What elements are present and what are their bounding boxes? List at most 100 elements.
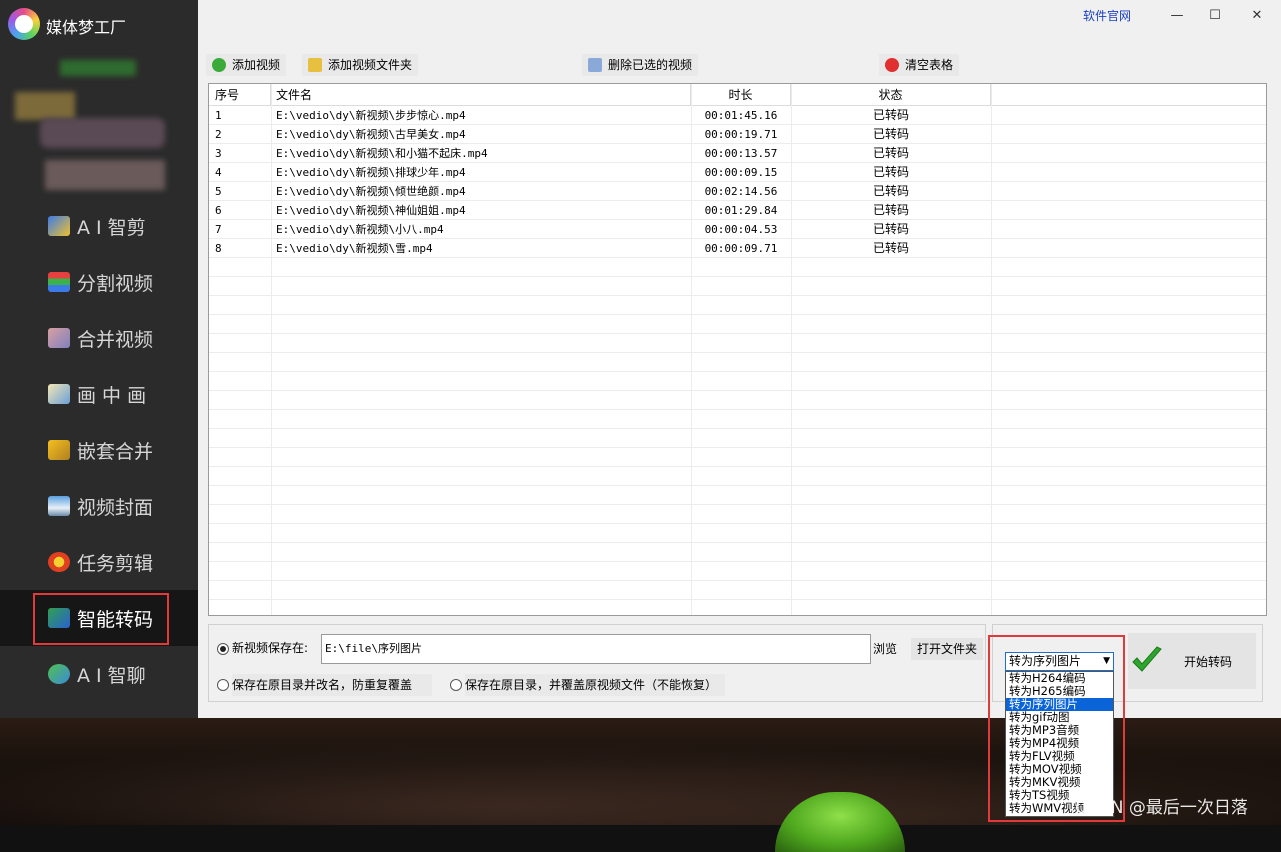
- table-row[interactable]: [209, 258, 1266, 277]
- cell-duration: 00:00:19.71: [704, 128, 778, 141]
- table-row[interactable]: [209, 581, 1266, 600]
- add-video-button[interactable]: 添加视频: [206, 54, 287, 76]
- add-folder-button[interactable]: 添加视频文件夹: [302, 54, 419, 76]
- column-header-filename[interactable]: 文件名: [271, 84, 691, 106]
- table-row[interactable]: 8 E:\vedio\dy\新视频\雪.mp4 00:00:09.71 已转码: [209, 239, 1266, 258]
- save-overwrite-label[interactable]: 保存在原目录，并覆盖原视频文件（不能恢复）: [465, 674, 726, 696]
- file-table[interactable]: 序号 文件名 时长 状态 1 E:\vedio\dy\新视频\步步惊心.mp4 00…: [208, 83, 1267, 616]
- cell-index: 8: [215, 242, 222, 255]
- column-header-index[interactable]: 序号: [209, 84, 271, 106]
- table-row[interactable]: 2 E:\vedio\dy\新视频\古早美女.mp4 00:00:19.71 已转码: [209, 125, 1266, 144]
- cell-index: 1: [215, 109, 222, 122]
- cell-status: 已转码: [872, 203, 909, 217]
- table-row[interactable]: [209, 277, 1266, 296]
- save-path-input[interactable]: E:\file\序列图片: [321, 634, 871, 664]
- nest-merge-icon: [48, 440, 70, 460]
- cell-filename: E:\vedio\dy\新视频\和小猫不起床.mp4: [276, 147, 488, 160]
- cell-index: 7: [215, 223, 222, 236]
- table-row[interactable]: [209, 353, 1266, 372]
- save-rename-label[interactable]: 保存在原目录并改名，防重复覆盖: [232, 674, 432, 696]
- table-row[interactable]: [209, 467, 1266, 486]
- cell-duration: 00:01:29.84: [704, 204, 778, 217]
- table-row[interactable]: 4 E:\vedio\dy\新视频\排球少年.mp4 00:00:09.15 已转码: [209, 163, 1266, 182]
- sidebar-item-video-cover[interactable]: 视频封面: [0, 478, 198, 534]
- save-rename-radio[interactable]: [217, 679, 229, 691]
- clear-table-button[interactable]: 清空表格: [879, 54, 960, 76]
- table-row[interactable]: 6 E:\vedio\dy\新视频\神仙姐姐.mp4 00:01:29.84 已转码: [209, 201, 1266, 220]
- table-row[interactable]: [209, 429, 1266, 448]
- folder-add-icon: [308, 58, 322, 72]
- delete-video-icon: [588, 58, 602, 72]
- cell-filename: E:\vedio\dy\新视频\排球少年.mp4: [276, 166, 466, 179]
- table-row[interactable]: [209, 448, 1266, 467]
- cell-status: 已转码: [872, 108, 909, 122]
- sidebar-item-merge-video[interactable]: 合并视频: [0, 310, 198, 366]
- sidebar-item-label: 任务剪辑: [77, 553, 154, 575]
- save-new-label: 新视频保存在:: [232, 641, 309, 655]
- split-video-icon: [48, 272, 70, 292]
- merge-video-icon: [48, 328, 70, 348]
- table-row[interactable]: [209, 315, 1266, 334]
- save-new-radio[interactable]: [217, 643, 229, 655]
- sidebar-item-label: 嵌套合并: [77, 441, 154, 463]
- column-header-status[interactable]: 状态: [791, 84, 991, 106]
- open-folder-button[interactable]: 打开文件夹: [911, 638, 983, 660]
- sidebar-item-label: A I 智剪: [77, 217, 146, 239]
- sidebar-item-label: 合并视频: [77, 329, 154, 351]
- table-row[interactable]: [209, 391, 1266, 410]
- sidebar-item-ai-chat[interactable]: A I 智聊: [0, 646, 198, 702]
- blurred-status: [45, 160, 165, 190]
- ai-chat-icon: [48, 664, 70, 684]
- browse-button[interactable]: 浏览: [873, 638, 897, 660]
- cell-duration: 00:02:14.56: [704, 185, 778, 198]
- maximize-icon[interactable]: ☐: [1203, 6, 1227, 26]
- clear-table-label: 清空表格: [905, 58, 954, 72]
- sidebar-item-label: 分割视频: [77, 273, 154, 295]
- cell-filename: E:\vedio\dy\新视频\步步惊心.mp4: [276, 109, 466, 122]
- sidebar-item-picture-in-picture[interactable]: 画 中 画: [0, 366, 198, 422]
- column-header-duration[interactable]: 时长: [691, 84, 791, 106]
- website-link[interactable]: 软件官网: [1076, 6, 1138, 26]
- table-row[interactable]: 3 E:\vedio\dy\新视频\和小猫不起床.mp4 00:00:13.57 已转…: [209, 144, 1266, 163]
- delete-selected-button[interactable]: 删除已选的视频: [582, 54, 699, 76]
- cell-duration: 00:01:45.16: [704, 109, 778, 122]
- table-row[interactable]: [209, 543, 1266, 562]
- table-row[interactable]: [209, 372, 1266, 391]
- cell-filename: E:\vedio\dy\新视频\古早美女.mp4: [276, 128, 466, 141]
- table-row[interactable]: 7 E:\vedio\dy\新视频\小八.mp4 00:00:04.53 已转码: [209, 220, 1266, 239]
- ai-cut-icon: [48, 216, 70, 236]
- picture-in-picture-icon: [48, 384, 70, 404]
- cell-index: 5: [215, 185, 222, 198]
- table-row[interactable]: [209, 296, 1266, 315]
- sidebar-item-nest-merge[interactable]: 嵌套合并: [0, 422, 198, 478]
- cell-status: 已转码: [872, 127, 909, 141]
- close-icon[interactable]: ✕: [1245, 6, 1269, 26]
- table-row[interactable]: [209, 600, 1266, 615]
- save-overwrite-radio[interactable]: [450, 679, 462, 691]
- table-row[interactable]: [209, 505, 1266, 524]
- table-row[interactable]: [209, 562, 1266, 581]
- table-row[interactable]: 5 E:\vedio\dy\新视频\倾世绝颜.mp4 00:02:14.56 已转码: [209, 182, 1266, 201]
- cell-status: 已转码: [872, 165, 909, 179]
- table-row[interactable]: [209, 410, 1266, 429]
- table-row[interactable]: 1 E:\vedio\dy\新视频\步步惊心.mp4 00:01:45.16 已转码: [209, 106, 1266, 125]
- sidebar-item-label: 画 中 画: [77, 385, 147, 407]
- sidebar-item-split-video[interactable]: 分割视频: [0, 254, 198, 310]
- checkmark-icon: [1132, 646, 1162, 672]
- blurred-user-info: [60, 60, 136, 76]
- cell-status: 已转码: [872, 146, 909, 160]
- table-row[interactable]: [209, 524, 1266, 543]
- cell-status: 已转码: [872, 241, 909, 255]
- cell-filename: E:\vedio\dy\新视频\小八.mp4: [276, 223, 444, 236]
- table-row[interactable]: [209, 486, 1266, 505]
- watermark: CSDN @最后一次日落: [1075, 798, 1248, 818]
- cell-filename: E:\vedio\dy\新视频\神仙姐姐.mp4: [276, 204, 466, 217]
- add-video-label: 添加视频: [232, 58, 281, 72]
- column-header-empty: [991, 84, 1266, 106]
- cell-index: 3: [215, 147, 222, 160]
- sidebar-item-task-edit[interactable]: 任务剪辑: [0, 534, 198, 590]
- delete-selected-label: 删除已选的视频: [608, 58, 693, 72]
- minimize-icon[interactable]: —: [1165, 6, 1189, 26]
- sidebar-item-ai-cut[interactable]: A I 智剪: [0, 198, 198, 254]
- table-row[interactable]: [209, 334, 1266, 353]
